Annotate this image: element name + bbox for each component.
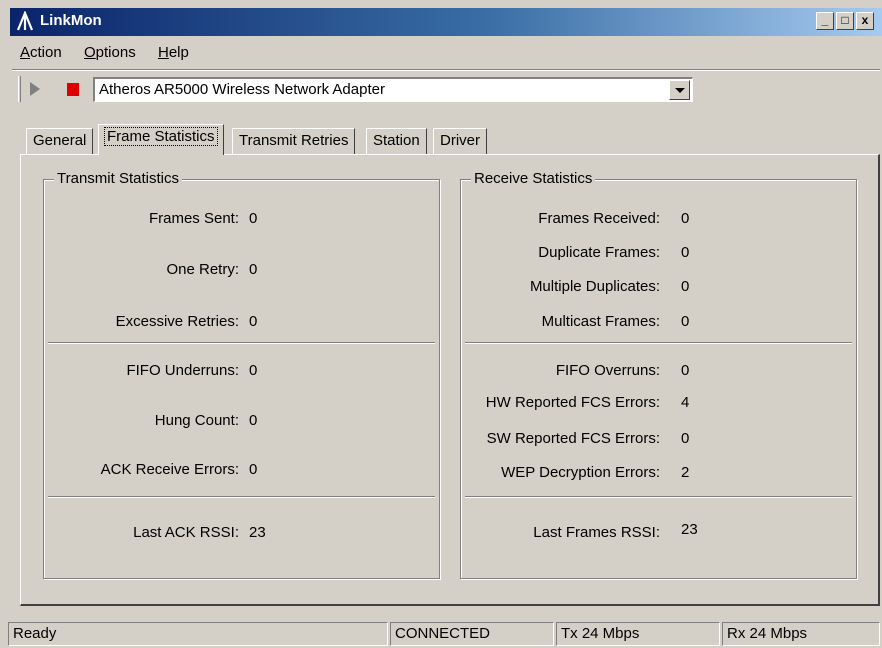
multicast-frames-value: 0 (681, 313, 690, 330)
fifo-overruns-label: FIFO Overruns: (555, 362, 660, 379)
minimize-button[interactable]: _ (816, 12, 834, 30)
menu-action[interactable]: Action (20, 44, 62, 61)
fifo-underruns-label: FIFO Underruns: (126, 362, 239, 379)
sw-fcs-errors-label: SW Reported FCS Errors: (486, 430, 660, 447)
tab-station[interactable]: Station (366, 128, 427, 154)
hung-count-label: Hung Count: (154, 412, 239, 429)
transmit-divider-2 (48, 496, 435, 498)
menu-options[interactable]: Options (84, 44, 136, 61)
status-tx-rate: Tx 24 Mbps (556, 622, 720, 646)
excessive-retries-label: Excessive Retries: (115, 313, 239, 330)
last-frames-rssi-label: Last Frames RSSI: (533, 524, 660, 541)
menu-help[interactable]: Help (158, 44, 189, 61)
receive-divider-2 (465, 496, 852, 498)
hw-fcs-errors-value: 4 (681, 394, 690, 411)
status-ready: Ready (8, 622, 388, 646)
frame-statistics-panel: Transmit Statistics Frames Sent: 0 One R… (20, 154, 880, 606)
last-ack-rssi-value: 23 (249, 524, 266, 541)
adapter-select[interactable]: Atheros AR5000 Wireless Network Adapter (93, 77, 693, 102)
sw-fcs-errors-value: 0 (681, 430, 690, 447)
wep-decryption-errors-label: WEP Decryption Errors: (501, 464, 660, 481)
wep-decryption-errors-value: 2 (681, 464, 690, 481)
transmit-statistics-group: Transmit Statistics Frames Sent: 0 One R… (43, 170, 440, 579)
toolbar-grip[interactable] (18, 76, 21, 102)
play-icon[interactable] (30, 82, 40, 96)
receive-statistics-group: Receive Statistics Frames Received: 0 Du… (460, 170, 857, 579)
linkmon-window: LinkMon _ □ x Action Options Help Athero… (0, 0, 882, 648)
multiple-duplicates-label: Multiple Duplicates: (529, 278, 660, 295)
linkmon-logo-icon (16, 11, 34, 31)
multicast-frames-label: Multicast Frames: (541, 313, 660, 330)
close-button[interactable]: x (856, 12, 874, 30)
multiple-duplicates-value: 0 (681, 278, 690, 295)
frames-received-value: 0 (681, 210, 690, 227)
adapter-select-value: Atheros AR5000 Wireless Network Adapter (99, 81, 385, 98)
toolbar-separator (12, 69, 880, 71)
excessive-retries-value: 0 (249, 313, 258, 330)
receive-divider-1 (465, 342, 852, 344)
status-rx-rate: Rx 24 Mbps (722, 622, 880, 646)
restore-button[interactable]: □ (836, 12, 854, 30)
fifo-overruns-value: 0 (681, 362, 690, 379)
window-title: LinkMon (40, 12, 102, 29)
fifo-underruns-value: 0 (249, 362, 258, 379)
duplicate-frames-value: 0 (681, 244, 690, 261)
one-retry-value: 0 (249, 261, 258, 278)
last-frames-rssi-value: 23 (681, 521, 698, 538)
duplicate-frames-label: Duplicate Frames: (538, 244, 660, 261)
transmit-group-title: Transmit Statistics (54, 170, 182, 187)
frames-received-label: Frames Received: (538, 210, 660, 227)
transmit-divider-1 (48, 342, 435, 344)
one-retry-label: One Retry: (166, 261, 239, 278)
ack-receive-errors-label: ACK Receive Errors: (100, 461, 239, 478)
status-bar: Ready CONNECTED Tx 24 Mbps Rx 24 Mbps (0, 620, 882, 648)
tab-frame-statistics[interactable]: Frame Statistics (98, 124, 224, 155)
status-connection: CONNECTED (390, 622, 554, 646)
menu-bar: Action Options Help (10, 40, 882, 66)
hw-fcs-errors-label: HW Reported FCS Errors: (485, 394, 660, 411)
receive-group-title: Receive Statistics (471, 170, 596, 187)
chevron-down-icon[interactable] (669, 80, 690, 100)
tab-general[interactable]: General (26, 128, 94, 154)
ack-receive-errors-value: 0 (249, 461, 258, 478)
stop-icon[interactable] (67, 83, 79, 96)
last-ack-rssi-label: Last ACK RSSI: (133, 524, 239, 541)
frames-sent-value: 0 (249, 210, 258, 227)
frames-sent-label: Frames Sent: (148, 210, 239, 227)
title-bar[interactable]: LinkMon _ □ x (10, 8, 882, 36)
tab-transmit-retries[interactable]: Transmit Retries (232, 128, 356, 154)
tab-driver[interactable]: Driver (433, 128, 487, 154)
hung-count-value: 0 (249, 412, 258, 429)
